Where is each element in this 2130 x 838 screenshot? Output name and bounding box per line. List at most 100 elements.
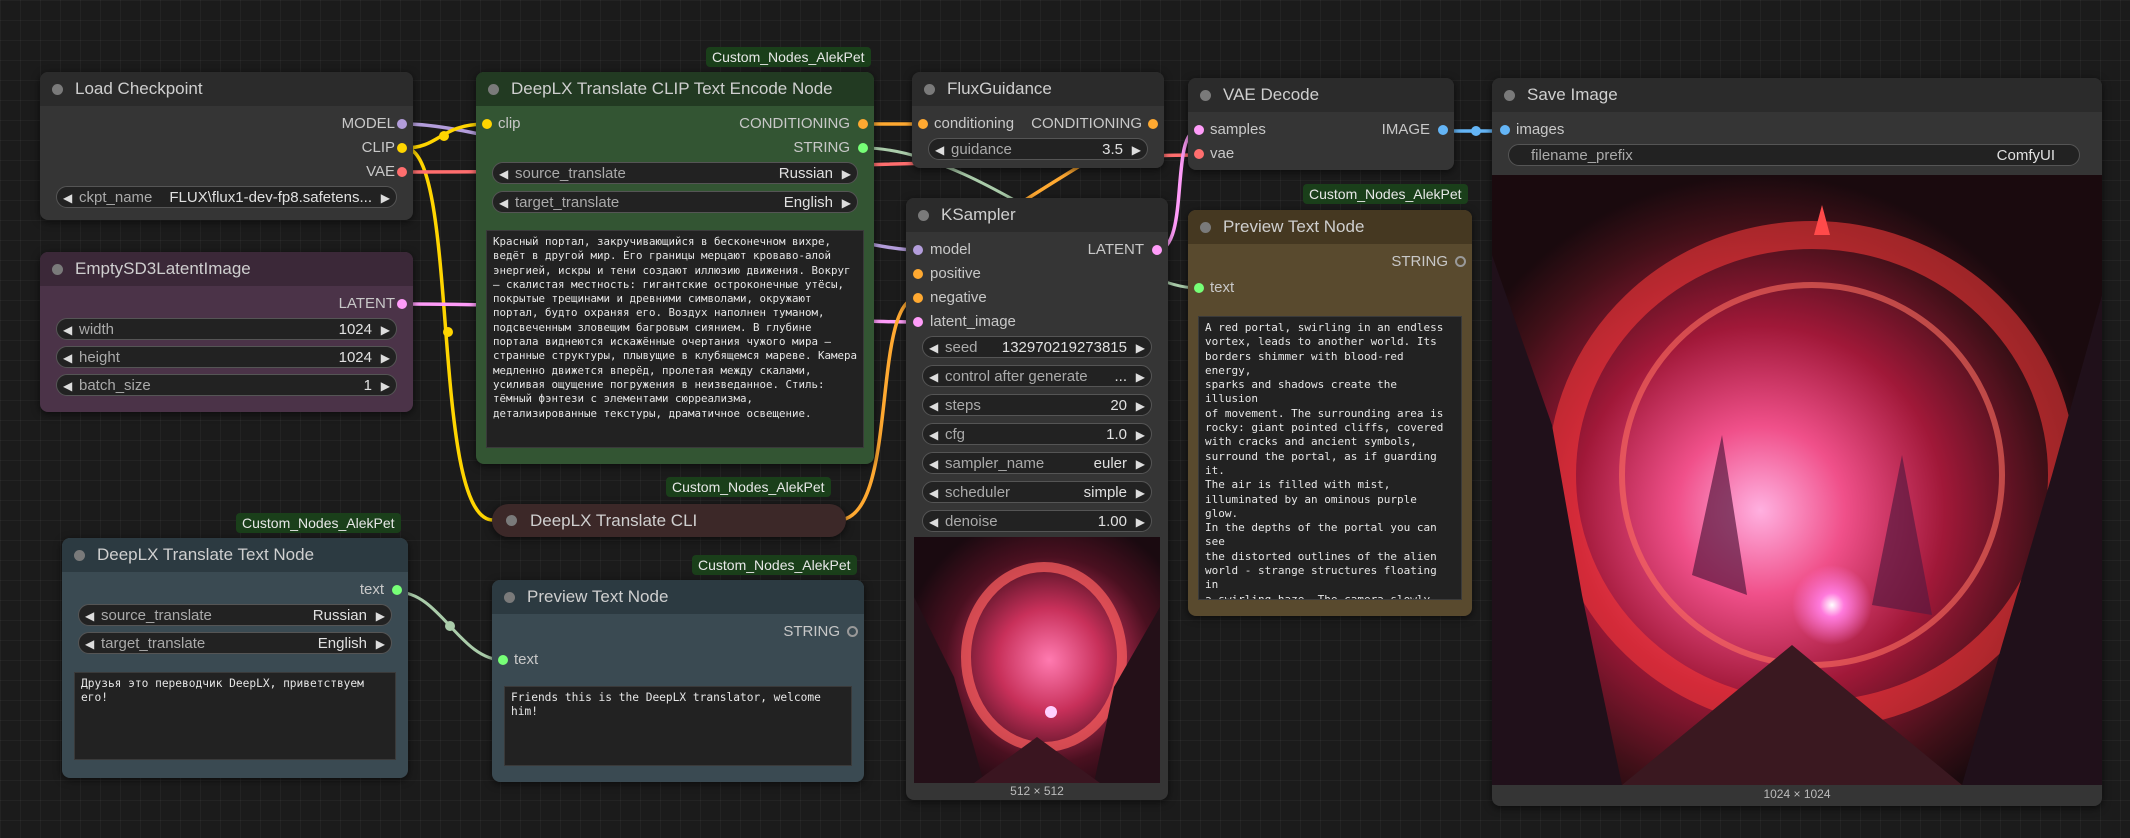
output-image[interactable]: IMAGE	[1382, 120, 1430, 140]
collapse-dot-icon[interactable]	[504, 592, 515, 603]
input-slot-samples[interactable]	[1194, 125, 1204, 135]
sampler-name-widget[interactable]: ◀ sampler_name euler ▶	[922, 452, 1152, 474]
arrow-right-icon[interactable]: ▶	[1136, 424, 1145, 444]
output-string[interactable]: STRING	[1391, 252, 1448, 272]
collapse-dot-icon[interactable]	[74, 550, 85, 561]
output-slot-string[interactable]	[858, 143, 868, 153]
arrow-right-icon[interactable]: ▶	[1136, 511, 1145, 531]
output-slot-conditioning[interactable]	[858, 119, 868, 129]
filename-prefix-field[interactable]: filename_prefix ComfyUI	[1508, 144, 2080, 166]
prompt-textarea[interactable]: Красный портал, закручивающийся в бескон…	[486, 230, 864, 448]
output-slot-latent[interactable]	[397, 299, 407, 309]
arrow-left-icon[interactable]: ◀	[929, 366, 938, 386]
flux-guidance-node[interactable]: FluxGuidance conditioning CONDITIONING ◀…	[912, 72, 1164, 168]
arrow-left-icon[interactable]: ◀	[85, 605, 94, 625]
arrow-right-icon[interactable]: ▶	[381, 319, 390, 339]
width-widget[interactable]: ◀ width 1024 ▶	[56, 318, 397, 340]
arrow-left-icon[interactable]: ◀	[929, 453, 938, 473]
target-translate-combo[interactable]: ◀ target_translate English ▶	[492, 191, 858, 213]
arrow-right-icon[interactable]: ▶	[376, 605, 385, 625]
input-text[interactable]: text	[514, 650, 538, 670]
output-latent[interactable]: LATENT	[1088, 240, 1144, 260]
arrow-left-icon[interactable]: ◀	[929, 424, 938, 444]
input-images[interactable]: images	[1516, 120, 1564, 140]
scheduler-widget[interactable]: ◀ scheduler simple ▶	[922, 481, 1152, 503]
arrow-right-icon[interactable]: ▶	[842, 163, 851, 183]
output-slot-vae[interactable]	[397, 167, 407, 177]
vae-decode-node[interactable]: VAE Decode samples vae IMAGE	[1188, 78, 1454, 170]
batch-size-widget[interactable]: ◀ batch_size 1 ▶	[56, 374, 397, 396]
arrow-right-icon[interactable]: ▶	[842, 192, 851, 212]
source-translate-combo[interactable]: ◀ source_translate Russian ▶	[78, 604, 392, 626]
node-title-bar[interactable]: DeepLX Translate CLIP Text Encode Node	[476, 72, 874, 106]
arrow-right-icon[interactable]: ▶	[1136, 453, 1145, 473]
output-text[interactable]: text	[360, 580, 384, 600]
output-slot-text[interactable]	[392, 585, 402, 595]
node-title-bar[interactable]: EmptySD3LatentImage	[40, 252, 413, 286]
arrow-left-icon[interactable]: ◀	[929, 395, 938, 415]
input-slot-text[interactable]	[498, 655, 508, 665]
translate-textarea[interactable]: Друзья это переводчик DeepLX, приветству…	[74, 672, 396, 760]
cfg-widget[interactable]: ◀ cfg 1.0 ▶	[922, 423, 1152, 445]
arrow-left-icon[interactable]: ◀	[499, 192, 508, 212]
input-slot-conditioning[interactable]	[918, 119, 928, 129]
preview-textarea[interactable]: A red portal, swirling in an endless vor…	[1198, 316, 1462, 600]
node-title-bar[interactable]: Load Checkpoint	[40, 72, 413, 106]
preview-text-node-right[interactable]: Preview Text Node STRING text A red port…	[1188, 210, 1472, 616]
output-model[interactable]: MODEL	[342, 114, 395, 134]
arrow-left-icon[interactable]: ◀	[63, 375, 72, 395]
input-vae[interactable]: vae	[1210, 144, 1234, 164]
input-slot-images[interactable]	[1500, 125, 1510, 135]
output-conditioning[interactable]: CONDITIONING	[1031, 114, 1142, 134]
save-image-node[interactable]: Save Image images filename_prefix ComfyU…	[1492, 78, 2102, 806]
output-string[interactable]: STRING	[783, 622, 840, 642]
collapse-dot-icon[interactable]	[506, 515, 517, 526]
arrow-left-icon[interactable]: ◀	[935, 139, 944, 159]
input-slot-negative[interactable]	[913, 293, 923, 303]
input-samples[interactable]: samples	[1210, 120, 1266, 140]
node-title-bar[interactable]: VAE Decode	[1188, 78, 1454, 112]
input-model[interactable]: model	[930, 240, 971, 260]
node-title-bar[interactable]: DeepLX Translate CLI	[492, 504, 846, 537]
node-title-bar[interactable]: Save Image	[1492, 78, 2102, 112]
arrow-right-icon[interactable]: ▶	[1136, 366, 1145, 386]
guidance-widget[interactable]: ◀ guidance 3.5 ▶	[928, 138, 1148, 160]
input-slot-text[interactable]	[1194, 283, 1204, 293]
output-slot-conditioning[interactable]	[1148, 119, 1158, 129]
arrow-left-icon[interactable]: ◀	[85, 633, 94, 653]
collapse-dot-icon[interactable]	[52, 84, 63, 95]
input-conditioning[interactable]: conditioning	[934, 114, 1014, 134]
output-slot-model[interactable]	[397, 119, 407, 129]
output-clip[interactable]: CLIP	[362, 138, 395, 158]
collapse-dot-icon[interactable]	[52, 264, 63, 275]
output-latent[interactable]: LATENT	[339, 294, 395, 314]
control-after-generate-widget[interactable]: ◀ control after generate ... ▶	[922, 365, 1152, 387]
collapse-dot-icon[interactable]	[1200, 222, 1211, 233]
empty-latent-node[interactable]: EmptySD3LatentImage LATENT ◀ width 1024 …	[40, 252, 413, 412]
seed-widget[interactable]: ◀ seed 132970219273815 ▶	[922, 336, 1152, 358]
deeplx-clip-encode-node[interactable]: DeepLX Translate CLIP Text Encode Node c…	[476, 72, 874, 464]
arrow-right-icon[interactable]: ▶	[1136, 395, 1145, 415]
deeplx-translate-text-node[interactable]: DeepLX Translate Text Node text ◀ source…	[62, 538, 408, 778]
arrow-left-icon[interactable]: ◀	[929, 482, 938, 502]
output-string[interactable]: STRING	[793, 138, 850, 158]
arrow-right-icon[interactable]: ▶	[1136, 337, 1145, 357]
node-title-bar[interactable]: Preview Text Node	[492, 580, 864, 614]
arrow-left-icon[interactable]: ◀	[499, 163, 508, 183]
node-title-bar[interactable]: KSampler	[906, 198, 1168, 232]
arrow-right-icon[interactable]: ▶	[1136, 482, 1145, 502]
collapse-dot-icon[interactable]	[1200, 90, 1211, 101]
input-slot-latent-image[interactable]	[913, 317, 923, 327]
height-widget[interactable]: ◀ height 1024 ▶	[56, 346, 397, 368]
arrow-left-icon[interactable]: ◀	[63, 319, 72, 339]
input-slot-positive[interactable]	[913, 269, 923, 279]
arrow-left-icon[interactable]: ◀	[929, 511, 938, 531]
preview-image[interactable]	[914, 537, 1160, 783]
arrow-left-icon[interactable]: ◀	[63, 347, 72, 367]
output-slot-clip[interactable]	[397, 143, 407, 153]
output-image[interactable]	[1492, 175, 2102, 785]
input-slot-vae[interactable]	[1194, 149, 1204, 159]
ckpt-name-combo[interactable]: ◀ ckpt_name FLUX\flux1-dev-fp8.safetens.…	[56, 186, 397, 208]
collapse-dot-icon[interactable]	[924, 84, 935, 95]
arrow-left-icon[interactable]: ◀	[63, 187, 72, 207]
